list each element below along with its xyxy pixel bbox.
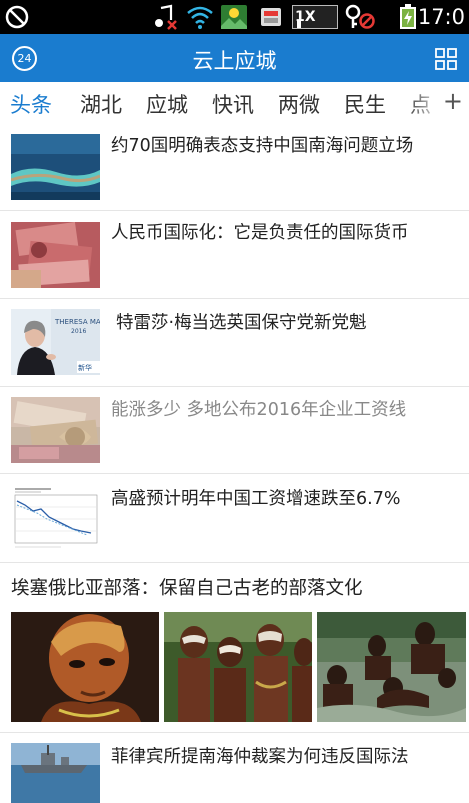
list-item[interactable]: THERESA MA 2016 新华 特雷莎·梅当选英国保守党新党魁: [0, 299, 469, 387]
news-title: 约70国明确表态支持中国南海问题立场: [111, 136, 414, 156]
list-item[interactable]: 能涨多少 多地公布2016年企业工资线: [0, 387, 469, 474]
wifi-icon: [186, 4, 214, 30]
app-title: 云上应城: [192, 49, 277, 73]
music-mute-icon: [153, 4, 179, 30]
tabs-fade: [405, 82, 445, 126]
tab-weibo-wechat[interactable]: 两微: [278, 89, 320, 119]
channel-tabs: 头条 湖北 应城 快讯 两微 民生 点 +: [0, 82, 469, 126]
banknotes-thumbnail: [11, 222, 100, 288]
tribe-river-image: [317, 612, 466, 722]
island-thumbnail: [11, 134, 100, 200]
tab-hubei[interactable]: 湖北: [80, 89, 122, 119]
currency-thumbnail: [11, 397, 100, 463]
clock: 17:0: [417, 5, 465, 29]
key-blocked-icon: [344, 4, 376, 30]
tab-yingcheng[interactable]: 应城: [146, 89, 188, 119]
theresa-may-thumbnail: THERESA MA 2016 新华: [11, 309, 100, 375]
may-banner-text: THERESA MA: [54, 318, 100, 326]
news-title: 人民币国际化：它是负责任的国际货币: [111, 223, 409, 243]
navy-ship-thumbnail: [11, 743, 100, 803]
news-title: 菲律宾所提南海仲裁案为何违反国际法: [111, 747, 409, 767]
list-item[interactable]: 高盛预计明年中国工资增速跌至6.7%: [0, 474, 469, 563]
tab-news-flash[interactable]: 快讯: [212, 89, 254, 119]
status-bar: 1X 17:0: [0, 0, 469, 34]
news-title: 特雷莎·梅当选英国保守党新党魁: [116, 313, 367, 333]
photo-notification-icon: [220, 4, 248, 30]
storage-icon: [258, 4, 284, 30]
network-1x-icon: 1X: [292, 4, 338, 30]
tab-headline[interactable]: 头条: [10, 89, 52, 119]
news-title: 能涨多少 多地公布2016年企业工资线: [111, 400, 407, 420]
tab-livelihood[interactable]: 民生: [344, 89, 386, 119]
app-bar: 24 云上应城: [0, 34, 469, 82]
may-year-text: 2016: [71, 328, 86, 335]
tribe-group-image: [164, 612, 312, 722]
chart-thumbnail: [11, 485, 100, 551]
news-title: 高盛预计明年中国工资增速跌至6.7%: [111, 489, 401, 509]
no-sync-icon: [4, 4, 30, 30]
battery-charging-icon: [398, 4, 418, 30]
gallery-title: 埃塞俄比亚部落：保留自己古老的部落文化: [11, 578, 363, 599]
grid-menu-icon[interactable]: [435, 48, 457, 70]
may-logo-text: 新华: [78, 363, 92, 372]
list-item[interactable]: 人民币国际化：它是负责任的国际货币: [0, 211, 469, 299]
tribe-portrait-image: [11, 612, 159, 722]
add-channel-icon[interactable]: +: [443, 87, 463, 115]
list-item[interactable]: 菲律宾所提南海仲裁案为何违反国际法: [0, 733, 469, 803]
list-item[interactable]: 约70国明确表态支持中国南海问题立场: [0, 126, 469, 211]
